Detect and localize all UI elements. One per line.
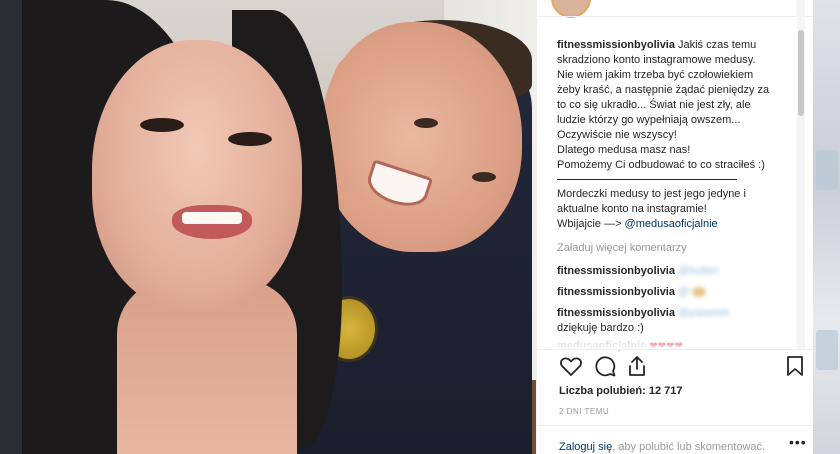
caption-line: skradziono konto instagramowe medusy.: [557, 54, 756, 66]
comment-mention-blurred[interactable]: @pawelek: [678, 307, 730, 319]
login-prompt: Zaloguj się, aby polubić lub skomentować…: [559, 441, 765, 453]
share-icon[interactable]: [625, 354, 651, 380]
action-bar: [553, 354, 803, 382]
caption-line: to co się ukradło... Świat nie jest zły,…: [557, 99, 751, 111]
background-left: [0, 0, 22, 454]
caption-separator: [557, 179, 737, 180]
actions-divider: [537, 349, 813, 350]
speech-bubble-icon[interactable]: [593, 354, 619, 380]
comment-mention-blurred[interactable]: @bullen: [678, 265, 719, 277]
post-photo: [22, 0, 536, 454]
caption-line: ludzie którzy go wypełniają owszem...: [557, 114, 741, 126]
comment-username[interactable]: fitnessmissionbyolivia: [557, 286, 675, 298]
man-eye: [472, 172, 496, 182]
man-face: [322, 22, 522, 252]
background-right: [812, 0, 840, 454]
footer-divider: [537, 425, 813, 426]
bookmark-icon[interactable]: [783, 354, 809, 380]
likes-count[interactable]: Liczba polubień: 12 717: [559, 385, 682, 397]
heart-outline-icon[interactable]: [559, 354, 585, 380]
login-prompt-text: , aby polubić lub skomentować.: [612, 441, 766, 453]
comment-item: fitnessmissionbyolivia @: [557, 286, 707, 298]
comment-username[interactable]: fitnessmissionbyolivia: [557, 265, 675, 277]
caption-line: Oczywiście nie wszyscy!: [557, 129, 677, 141]
blurred-emoji-icon: [692, 287, 707, 298]
woman-face: [92, 40, 302, 310]
post-date[interactable]: 2 DNI TEMU: [559, 407, 609, 416]
comment-item: fitnessmissionbyolivia @bullen: [557, 265, 719, 277]
woman-teeth: [182, 212, 242, 224]
caption-line: Dlatego medusa masz nas!: [557, 144, 691, 156]
caption-line: Nie wiem jakim trzeba być czołowiekiem: [557, 69, 754, 81]
caption-line: Pomożemy Ci odbudować to co straciłeś :): [557, 159, 765, 171]
man-eye: [414, 118, 438, 128]
caption-line: Wbijajcie —>: [557, 218, 625, 230]
comment-item: fitnessmissionbyolivia @pawelek: [557, 307, 730, 319]
header-divider: [537, 16, 813, 17]
caption-line: aktualne konto na instagramie!: [557, 203, 707, 215]
more-options-icon[interactable]: •••: [789, 434, 807, 450]
post-caption: fitnessmissionbyolivia Jakiś czas temu sk…: [557, 38, 795, 232]
comment-reply-text: dziękuję bardzo :): [557, 322, 644, 334]
post-sidebar: fitnessmissionbyolivia Jakiś czas temu sk…: [536, 0, 813, 454]
caption-username[interactable]: fitnessmissionbyolivia: [557, 39, 675, 51]
caption-line: Jakiś czas temu: [677, 39, 757, 51]
caption-mention-link[interactable]: @medusaoficjalnie: [625, 218, 718, 230]
woman-eye: [228, 132, 272, 146]
login-link[interactable]: Zaloguj się: [559, 441, 612, 453]
woman-eye: [140, 118, 184, 132]
comments-scrollbar-thumb[interactable]: [798, 30, 804, 116]
caption-line: żeby kraść, a następnie żądać pieniędzy …: [557, 84, 770, 96]
comment-username[interactable]: fitnessmissionbyolivia: [557, 307, 675, 319]
load-more-comments[interactable]: Załaduj więcej komentarzy: [557, 242, 687, 254]
comment-mention-blurred[interactable]: @: [678, 286, 689, 298]
caption-line: Mordeczki medusy to jest jego jedyne i: [557, 188, 746, 200]
